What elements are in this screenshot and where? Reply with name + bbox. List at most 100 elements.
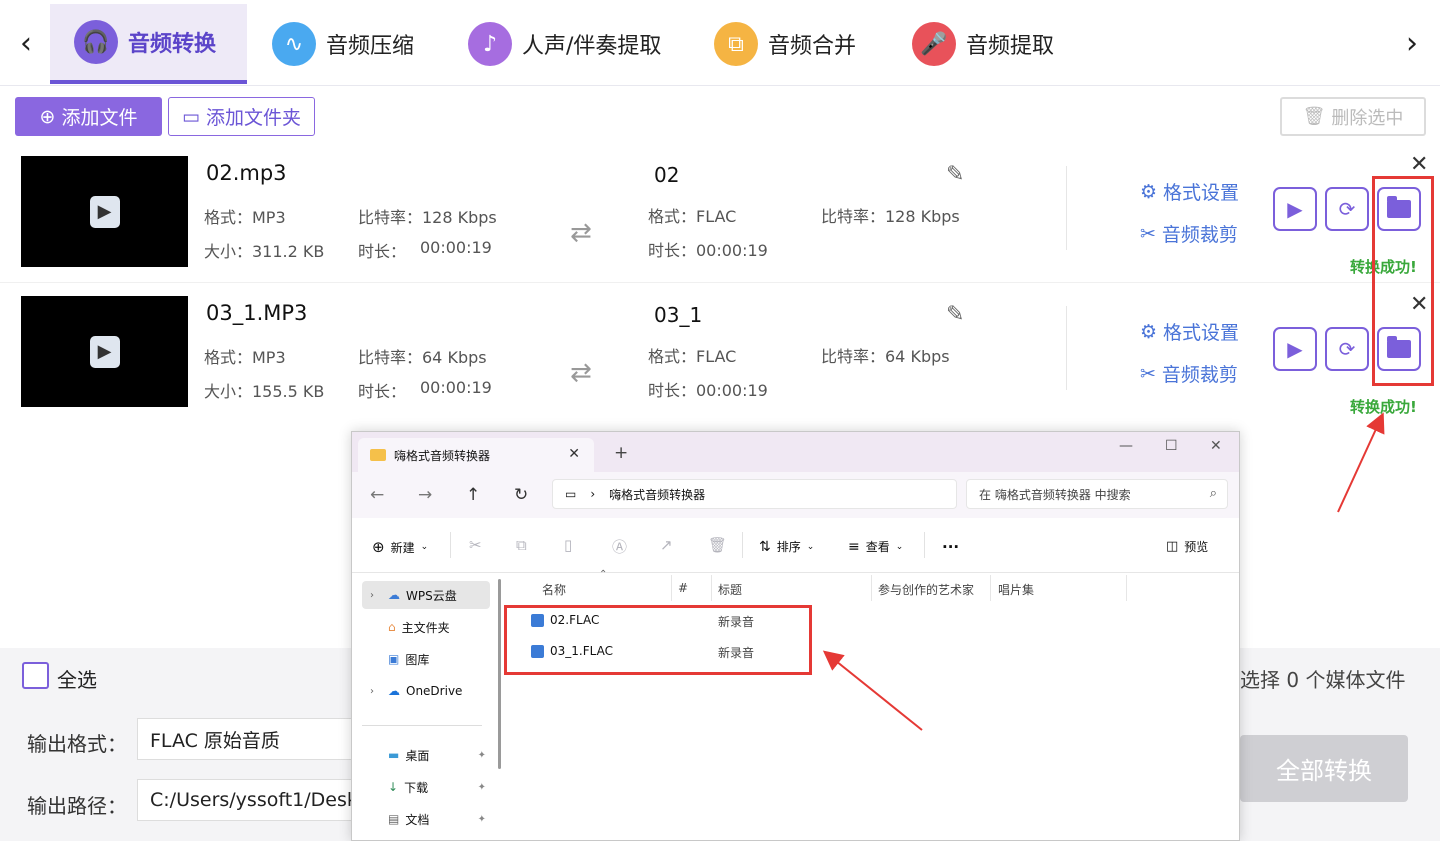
- video-thumbnail[interactable]: ▶: [21, 156, 188, 267]
- share-icon[interactable]: ↗: [660, 536, 673, 554]
- nav-item-home[interactable]: ⌂ 主文件夹: [362, 613, 490, 641]
- pin-icon[interactable]: ✦: [478, 782, 486, 793]
- reconvert-button[interactable]: ⟳: [1325, 327, 1369, 371]
- search-input[interactable]: 在 嗨格式音频转换器 中搜索 ⌕: [966, 479, 1228, 509]
- pin-icon[interactable]: ✦: [478, 814, 486, 825]
- column-header-title[interactable]: 标题: [718, 581, 742, 598]
- output-path-field[interactable]: C:/Users/yssoft1/Deskto: [137, 779, 367, 821]
- file-duration: 00:00:19: [420, 378, 492, 397]
- headphones-icon: 🎧: [74, 20, 118, 64]
- audio-trim-link[interactable]: ✂ 音频裁剪: [1140, 220, 1238, 247]
- paste-icon[interactable]: ▯: [564, 536, 572, 554]
- tab-label: 人声/伴奏提取: [522, 34, 662, 59]
- tab-audio-compress[interactable]: ∿ 音频压缩: [248, 4, 438, 84]
- nav-label: 桌面: [405, 748, 430, 763]
- new-button[interactable]: ⊕ 新建 ⌄: [372, 538, 428, 556]
- scissors-icon: ✂: [1140, 362, 1156, 385]
- nav-item-desktop[interactable]: ▬ 桌面 ✦: [362, 741, 490, 769]
- tab-audio-convert[interactable]: 🎧 音频转换: [50, 4, 247, 84]
- tab-label: 音频转换: [128, 32, 217, 57]
- cut-icon[interactable]: ✂: [469, 536, 482, 554]
- copy-icon[interactable]: ⧉: [516, 536, 527, 554]
- back-arrow-icon[interactable]: ←: [370, 485, 384, 505]
- column-header-name[interactable]: 名称: [542, 581, 566, 598]
- play-button[interactable]: ▶: [1273, 187, 1317, 231]
- nav-label: OneDrive: [406, 684, 463, 698]
- selected-count: 选择 0 个媒体文件: [1240, 668, 1406, 692]
- sort-button[interactable]: ⇅ 排序 ⌄: [759, 538, 814, 555]
- explorer-tab[interactable]: 嗨格式音频转换器 ✕: [358, 438, 594, 472]
- delete-selected-label: 删除选中: [1331, 107, 1404, 129]
- chevron-right-icon[interactable]: ›: [1400, 26, 1424, 61]
- add-folder-label: 添加文件夹: [205, 107, 301, 129]
- new-tab-button[interactable]: +: [614, 443, 628, 463]
- select-all-checkbox[interactable]: [22, 662, 49, 689]
- path-field[interactable]: ▭ › 嗨格式音频转换器: [552, 479, 957, 509]
- nav-item-wps-cloud[interactable]: › ☁ WPS云盘: [362, 581, 490, 609]
- pencil-icon[interactable]: ✎: [946, 302, 964, 327]
- title-bar: 嗨格式音频转换器 ✕ + — ☐ ✕: [352, 432, 1239, 472]
- nav-label: 文档: [405, 812, 430, 827]
- add-file-button[interactable]: ⊕ 添加文件: [15, 97, 162, 136]
- file-row: ▶ 02.mp3 格式：MP3 比特率：128 Kbps 大小：311.2 KB…: [0, 152, 1440, 296]
- rename-icon[interactable]: Ⓐ: [612, 536, 627, 557]
- close-icon[interactable]: ✕: [1410, 152, 1428, 177]
- divider: [450, 532, 451, 558]
- tab-vocal-extract[interactable]: ♪ 人声/伴奏提取: [444, 4, 684, 84]
- sort-caret-icon: ⌃: [599, 569, 608, 580]
- output-format-select[interactable]: FLAC 原始音质: [137, 718, 367, 760]
- explorer-tab-title: 嗨格式音频转换器: [394, 448, 491, 463]
- up-arrow-icon[interactable]: ↑: [466, 485, 480, 505]
- audio-trim-link[interactable]: ✂ 音频裁剪: [1140, 360, 1238, 387]
- search-icon: ⌕: [1209, 486, 1217, 501]
- close-window-icon[interactable]: ✕: [1210, 438, 1222, 454]
- convert-all-button[interactable]: 全部转换: [1240, 735, 1408, 802]
- refresh-icon[interactable]: ↻: [514, 485, 528, 505]
- delete-icon[interactable]: 🗑: [708, 536, 727, 554]
- output-duration: 时长：00:00:19: [648, 381, 768, 400]
- monitor-icon: ▭: [565, 487, 577, 501]
- path-text: 嗨格式音频转换器: [609, 487, 706, 502]
- chevron-left-icon[interactable]: ‹: [14, 26, 38, 61]
- nav-item-documents[interactable]: ▤ 文档 ✦: [362, 805, 490, 833]
- file-name: 02.mp3: [206, 161, 287, 185]
- file-duration-key: 时长：: [358, 382, 407, 401]
- format-settings-link[interactable]: ⚙ 格式设置: [1140, 318, 1239, 345]
- minimize-icon[interactable]: —: [1119, 438, 1133, 454]
- column-header-album[interactable]: 唱片集: [998, 581, 1034, 598]
- output-path-label: 输出路径：: [27, 794, 127, 818]
- highlight-box: [504, 605, 812, 675]
- output-name[interactable]: 02: [654, 163, 679, 187]
- add-folder-button[interactable]: ▭ 添加文件夹: [168, 97, 315, 136]
- pencil-icon[interactable]: ✎: [946, 162, 964, 187]
- column-header-number[interactable]: #: [678, 581, 688, 595]
- preview-label: 预览: [1184, 540, 1209, 554]
- format-settings-label: 格式设置: [1163, 322, 1240, 344]
- play-icon: ▶: [1287, 197, 1303, 221]
- nav-item-downloads[interactable]: ↓ 下载 ✦: [362, 773, 490, 801]
- pin-icon[interactable]: ✦: [478, 750, 486, 761]
- preview-button[interactable]: ◫ 预览: [1166, 538, 1208, 555]
- delete-selected-button[interactable]: 🗑 删除选中: [1280, 97, 1426, 136]
- tab-audio-extract[interactable]: 🎤 音频提取: [888, 4, 1078, 84]
- forward-arrow-icon[interactable]: →: [418, 485, 432, 505]
- divider: [1066, 166, 1067, 250]
- nav-item-gallery[interactable]: ▣ 图库: [362, 645, 490, 673]
- onedrive-icon: ☁: [388, 684, 400, 698]
- output-format: 格式：FLAC: [648, 347, 737, 366]
- nav-item-onedrive[interactable]: › ☁ OneDrive: [362, 677, 490, 705]
- column-header-artists[interactable]: 参与创作的艺术家: [878, 581, 974, 598]
- reconvert-button[interactable]: ⟳: [1325, 187, 1369, 231]
- output-name[interactable]: 03_1: [654, 303, 702, 327]
- maximize-icon[interactable]: ☐: [1165, 438, 1178, 454]
- video-thumbnail[interactable]: ▶: [21, 296, 188, 407]
- play-button[interactable]: ▶: [1273, 327, 1317, 371]
- format-settings-link[interactable]: ⚙ 格式设置: [1140, 178, 1239, 205]
- new-label: 新建: [390, 540, 415, 555]
- scrollbar[interactable]: [498, 579, 501, 769]
- more-button[interactable]: ···: [942, 538, 959, 556]
- tab-audio-merge[interactable]: ⧉ 音频合并: [690, 4, 880, 84]
- view-button[interactable]: ≡ 查看 ⌄: [848, 538, 903, 555]
- divider: [871, 575, 872, 601]
- close-tab-icon[interactable]: ✕: [568, 446, 580, 462]
